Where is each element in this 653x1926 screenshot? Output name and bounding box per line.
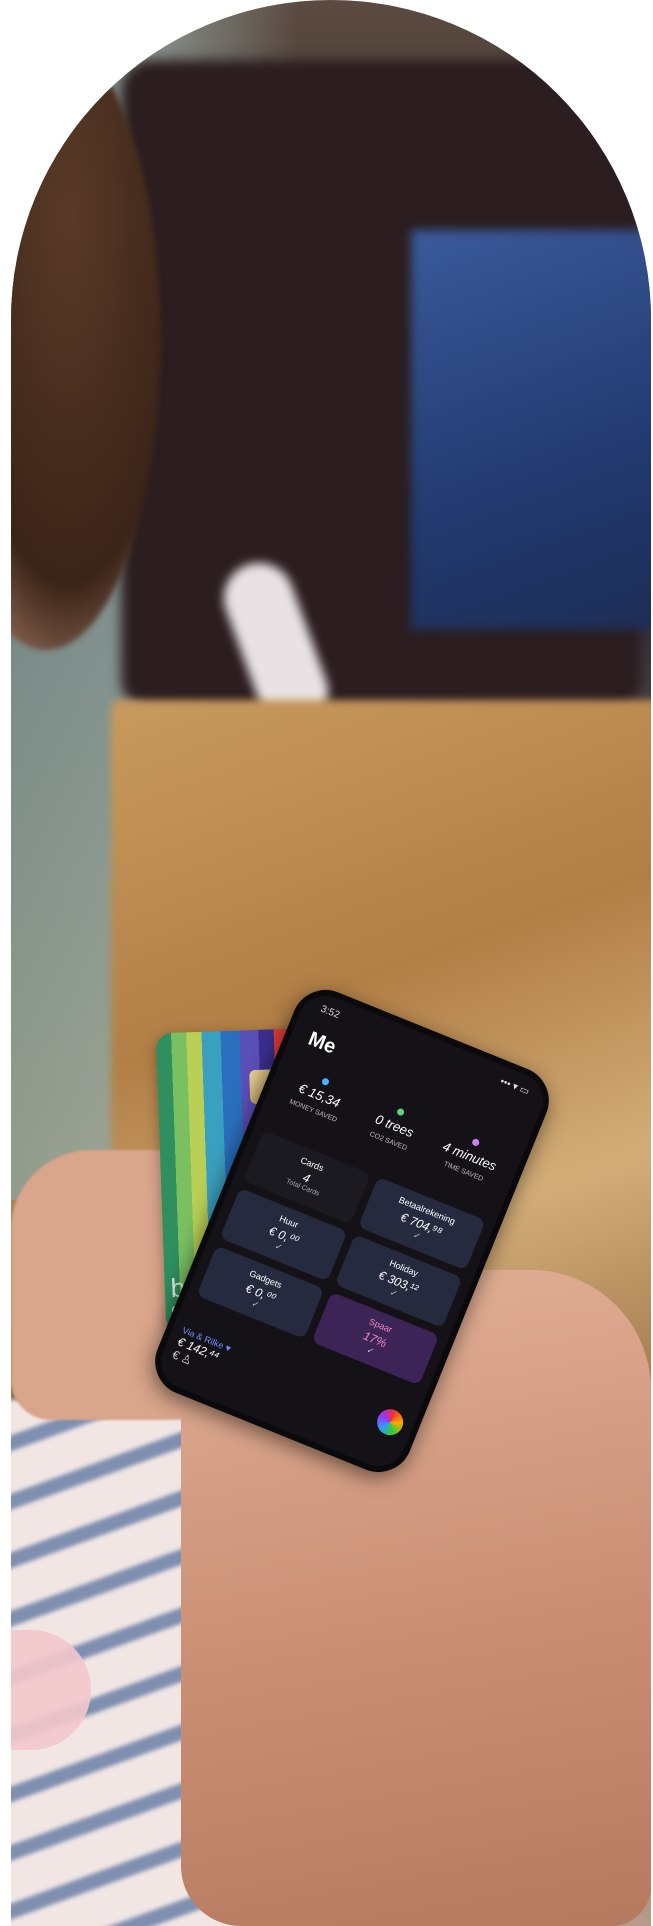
profile-icon[interactable]: ♙ (179, 1351, 194, 1368)
status-time: 3:52 (318, 1003, 342, 1022)
leaf-icon (395, 1107, 405, 1117)
screen-title: Me (305, 1027, 340, 1059)
stat-co2: 0 trees CO2 SAVED (350, 1094, 437, 1160)
avatar[interactable] (373, 1405, 408, 1440)
stat-time: 4 minutes TIME SAVED (440, 1137, 499, 1183)
clock-icon (470, 1137, 480, 1147)
hero-photo: )))) bunq debit 3:52 ••• ▾ ▭ Me € 15,34 … (11, 0, 651, 1926)
stat-money: € 15,34 MONEY SAVED (275, 1064, 362, 1130)
joint-account[interactable]: Via & Rilke ♥ € 142,⁴⁴ € ♙ (170, 1325, 232, 1380)
diamond-icon (320, 1076, 330, 1087)
blurred-boxes (411, 230, 651, 630)
status-icons: ••• ▾ ▭ (498, 1076, 531, 1098)
